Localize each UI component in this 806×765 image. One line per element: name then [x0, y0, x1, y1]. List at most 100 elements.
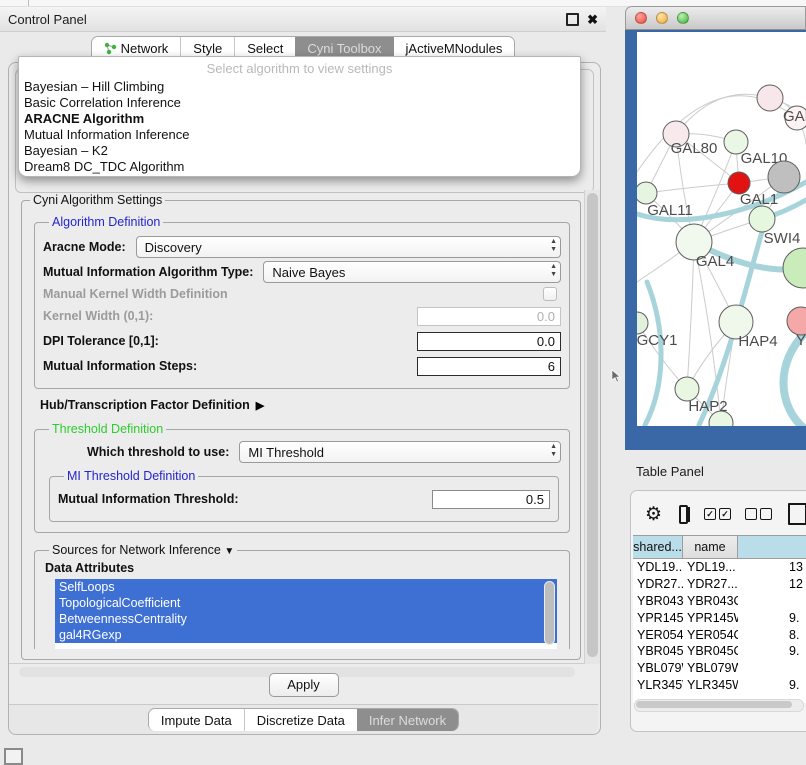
attribute-list-item[interactable]: SelfLoops: [55, 579, 557, 595]
manual-kernel-checkbox[interactable]: [543, 287, 557, 301]
zoom-traffic-light-icon[interactable]: [677, 12, 689, 24]
data-attributes-list[interactable]: SelfLoopsTopologicalCoefficientBetweenne…: [55, 579, 557, 649]
dropdown-option[interactable]: Basic Correlation Inference: [19, 95, 580, 111]
minimize-traffic-light-icon[interactable]: [656, 12, 668, 24]
tab-label: Style: [193, 41, 222, 56]
close-traffic-light-icon[interactable]: [635, 12, 647, 24]
network-edge[interactable]: [687, 242, 694, 389]
tab-infer-network[interactable]: Infer Network: [357, 709, 458, 731]
dropdown-option[interactable]: Dream8 DC_TDC Algorithm: [19, 159, 580, 175]
data-attributes-label: Data Attributes: [45, 561, 561, 575]
expand-down-icon[interactable]: ▼: [224, 546, 234, 557]
apply-button[interactable]: Apply: [269, 673, 339, 697]
sources-title: Sources for Network Inference ▼: [49, 543, 237, 557]
mi-threshold-label: Mutual Information Threshold:: [58, 492, 239, 506]
close-icon[interactable]: ✖: [587, 13, 598, 26]
expand-right-icon: ▶: [256, 399, 264, 412]
aracne-mode-select[interactable]: Discovery ▲▼: [136, 236, 561, 258]
hub-definition-expander[interactable]: Hub/Transcription Factor Definition ▶: [40, 398, 578, 412]
column-header[interactable]: shared...: [633, 535, 683, 559]
table-row[interactable]: YER054CYER054C8.: [633, 626, 806, 643]
bottom-tabbar: Impute Data Discretize Data Infer Network: [9, 704, 598, 734]
network-node[interactable]: [783, 248, 806, 288]
table-cell: YER054C: [683, 628, 738, 642]
table-row[interactable]: YLR345WYLR345W9.: [633, 677, 806, 694]
attribute-list-item[interactable]: BetweennessCentrality: [55, 611, 557, 627]
list-scrollbar[interactable]: [544, 581, 555, 645]
node-label: GAL: [783, 108, 806, 125]
network-node-swi4[interactable]: [749, 206, 775, 232]
table-row[interactable]: YBR045CYBR045C9.: [633, 643, 806, 660]
network-node-gal11[interactable]: [637, 182, 657, 204]
which-threshold-select[interactable]: MI Threshold ▲▼: [239, 441, 561, 463]
hub-definition-label: Hub/Transcription Factor Definition: [40, 398, 250, 412]
table-row[interactable]: YBR043CYBR043C: [633, 593, 806, 610]
mi-type-label: Mutual Information Algorithm Type:: [43, 265, 253, 279]
table-cell: YBR043C: [683, 594, 738, 608]
dropdown-option[interactable]: Mutual Information Inference: [19, 127, 580, 143]
mi-steps-field[interactable]: 6: [417, 357, 561, 376]
chevron-updown-icon: ▲▼: [550, 443, 557, 459]
settings-scrollbar[interactable]: [584, 190, 600, 664]
gear-icon[interactable]: ⚙: [645, 505, 662, 524]
column-header[interactable]: [738, 535, 806, 559]
document-icon[interactable]: [788, 503, 806, 525]
table-cell: 8.: [738, 628, 806, 642]
dpi-tolerance-field[interactable]: 0.0: [417, 332, 561, 351]
network-window-titlebar[interactable]: [625, 6, 806, 30]
settings-scroll-area[interactable]: Cyni Algorithm Settings Algorithm Defini…: [15, 191, 585, 665]
dropdown-option[interactable]: Bayesian – K2: [19, 143, 580, 159]
dropdown-option[interactable]: Bayesian – Hill Climbing: [19, 79, 580, 95]
split-columns-icon[interactable]: [679, 505, 688, 524]
table-cell: 13: [738, 560, 806, 574]
network-node-gal[interactable]: [757, 85, 783, 111]
dropdown-option[interactable]: ARACNE Algorithm: [19, 111, 580, 127]
table-cell: YBR045C: [683, 644, 738, 658]
network-edge[interactable]: [646, 183, 739, 193]
mi-threshold-field[interactable]: 0.5: [432, 490, 550, 509]
tab-discretize-data[interactable]: Discretize Data: [244, 709, 357, 731]
kernel-width-row: Kernel Width (0,1): 0.0: [43, 305, 561, 327]
tab-label: Discretize Data: [257, 713, 345, 728]
table-cell: YPR145W: [633, 611, 683, 625]
threshold-definition-group: Threshold Definition Which threshold to …: [34, 422, 570, 533]
table-cell: YDL19...: [633, 560, 683, 574]
tab-impute-data[interactable]: Impute Data: [149, 709, 244, 731]
algorithm-definition-title: Algorithm Definition: [49, 215, 163, 229]
table-row[interactable]: YBL079WYBL079W: [633, 660, 806, 677]
table-cell: YDR27...: [683, 577, 738, 591]
table-row[interactable]: YPR145WYPR145W9.: [633, 609, 806, 626]
mi-type-select[interactable]: Naive Bayes ▲▼: [263, 261, 561, 283]
which-threshold-label: Which threshold to use:: [87, 445, 229, 459]
table-cell: 9.: [738, 611, 806, 625]
column-header-label: shared...: [633, 540, 682, 554]
cyni-algorithm-settings-group: Cyni Algorithm Settings Algorithm Defini…: [21, 193, 581, 660]
column-header[interactable]: name: [683, 535, 738, 559]
network-node[interactable]: [768, 161, 800, 193]
table-toolbar: ⚙ ✓✓: [637, 499, 806, 529]
network-view-frame: GALGAL80GAL10GAL1GAL11SWI4GAL4GCY1HAP4YH…: [625, 30, 806, 450]
aracne-mode-value: Discovery: [145, 240, 202, 255]
network-canvas[interactable]: GALGAL80GAL10GAL1GAL11SWI4GAL4GCY1HAP4YH…: [637, 32, 806, 426]
attribute-list-item[interactable]: gal4RGexp: [55, 627, 557, 643]
table-row[interactable]: YDL19...YDL19...13: [633, 559, 806, 576]
network-edge-strong[interactable]: [645, 282, 661, 425]
mi-steps-label: Mutual Information Steps:: [43, 359, 197, 373]
dock-panel-icon[interactable]: [4, 748, 23, 765]
table-panel-title: Table Panel: [636, 464, 704, 479]
dpi-tolerance-label: DPI Tolerance [0,1]:: [43, 334, 159, 348]
table-horizontal-scrollbar[interactable]: [634, 699, 804, 712]
attribute-list-item[interactable]: TopologicalCoefficient: [55, 595, 557, 611]
kernel-width-field[interactable]: 0.0: [417, 307, 561, 326]
table-row[interactable]: YIL052CYIL052C9: [633, 693, 806, 696]
tab-label: Network: [121, 41, 169, 56]
network-node-gcy1[interactable]: [637, 312, 648, 334]
network-node-y[interactable]: [787, 307, 806, 335]
float-panel-icon[interactable]: [566, 13, 579, 26]
unchecked-pair-icon[interactable]: [745, 508, 772, 520]
mi-threshold-group: MI Threshold Definition Mutual Informati…: [49, 469, 559, 522]
algorithm-dropdown-popup: Select algorithm to view settings Bayesi…: [18, 56, 581, 177]
table-row[interactable]: YDR27...YDR27...12: [633, 576, 806, 593]
which-threshold-row: Which threshold to use: MI Threshold ▲▼: [87, 441, 561, 463]
checked-pair-icon[interactable]: ✓✓: [704, 508, 731, 520]
